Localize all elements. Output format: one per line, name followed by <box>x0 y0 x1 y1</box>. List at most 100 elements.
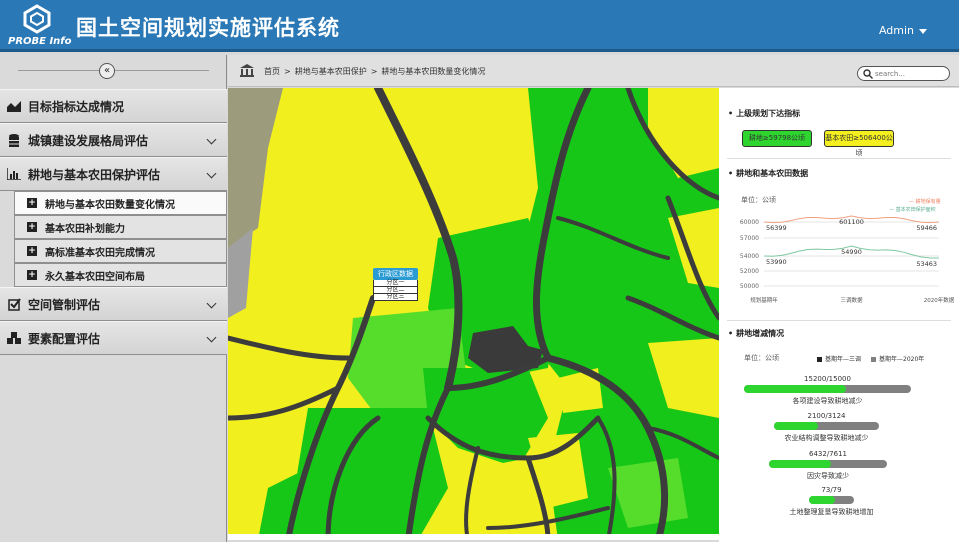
breadcrumb: 首页 > 耕地与基本农田保护 > 耕地与基本农田数量变化情况 <box>264 66 489 77</box>
y-tick-label: 54000 <box>740 253 759 260</box>
sidebar-item-label: 耕地与基本农田保护评估 <box>28 167 161 182</box>
breadcrumb-section-link[interactable]: 耕地与基本农田保护 <box>295 67 367 76</box>
farmland-line-chart: 60000 57000 54000 52000 50000 56399 601100 5946… <box>740 215 955 304</box>
bar-fill <box>769 460 831 468</box>
legend-swatch <box>817 357 822 362</box>
bar-value-label: 15200/15000 <box>804 375 851 383</box>
legend-baseline-survey-label: 基期年—三调 <box>825 356 862 363</box>
bar-track <box>769 460 887 468</box>
legend-baseline-survey: 基期年—三调 <box>817 354 861 363</box>
data-label: 53463 <box>916 260 937 268</box>
app-title: 国土空间规划实施评估系统 <box>76 16 340 40</box>
section-title-farmland-change: 耕地增减情况 <box>728 328 784 339</box>
breadcrumb-current: 耕地与基本农田数量变化情况 <box>381 67 486 76</box>
bar-category-label: 土地整理复垦导致耕地增加 <box>789 508 874 516</box>
sidebar-subitem-label: 永久基本农田空间布局 <box>45 271 145 283</box>
plus-square-icon: + <box>27 222 37 232</box>
district-selector[interactable]: 行政区数据 分区一 分区二 分区三 <box>373 268 418 301</box>
plus-square-icon: + <box>27 198 37 208</box>
sidebar-subitem-high-standard[interactable]: + 高标准基本农田完成情况 <box>14 239 227 263</box>
sidebar-item-label: 城镇建设发展格局评估 <box>28 133 149 148</box>
bar-value-label: 73/79 <box>821 486 842 494</box>
data-label: 56399 <box>766 224 787 232</box>
chevron-down-icon <box>206 332 217 343</box>
district-option[interactable]: 分区三 <box>373 294 418 301</box>
sidebar-subitem-supplement-capacity[interactable]: + 基本农田补划能力 <box>14 215 227 239</box>
bar-category-label: 各项建设导致耕地减少 <box>792 397 863 405</box>
data-label: 53990 <box>766 258 787 266</box>
bar-fill <box>809 496 835 504</box>
sidebar-subitem-label: 耕地与基本农田数量变化情况 <box>45 199 175 211</box>
sidebar-item-spatial-control[interactable]: 空间管制评估 <box>0 287 227 321</box>
legend-baseline-2020: 基期年—2020年 <box>871 354 924 363</box>
logo-text: PROBE Info <box>8 36 72 47</box>
y-tick-label: 52000 <box>740 268 759 275</box>
sidebar-menu: 目标指标达成情况 城镇建设发展格局评估 耕地与基本农田保护评估 + 耕地与基本农… <box>0 89 227 355</box>
x-tick-label: 规划基期年 <box>750 296 778 304</box>
legend-farmland-label: 耕地保有量 <box>915 199 941 205</box>
x-tick-label: 三调数据 <box>840 296 863 304</box>
breadcrumb-separator: > <box>370 67 378 76</box>
divider <box>727 320 951 321</box>
bar-track <box>744 385 911 393</box>
bars-unit: 单位：公顷 <box>744 354 779 362</box>
hexagon-logo-icon <box>23 4 51 34</box>
database-icon <box>6 133 22 147</box>
search-icon <box>863 69 873 79</box>
sidebar: « 目标指标达成情况 城镇建设发展格局评估 耕地与基本农田保护评估 + 耕地与基… <box>0 55 227 542</box>
search-input[interactable] <box>875 68 945 79</box>
sidebar-item-label: 空间管制评估 <box>28 297 101 312</box>
chart-unit: 单位：公顷 <box>741 196 776 204</box>
legend-baseline-2020-label: 基期年—2020年 <box>879 356 925 363</box>
section-title-upper-plan: 上级规划下达指标 <box>728 108 800 119</box>
collapse-sidebar-button[interactable]: « <box>99 63 115 79</box>
sidebar-collapse-row: « <box>0 55 227 89</box>
sidebar-subitem-label: 高标准基本农田完成情况 <box>45 247 155 259</box>
sidebar-subitem-permanent-layout[interactable]: + 永久基本农田空间布局 <box>14 263 227 287</box>
data-label: 54990 <box>841 248 862 256</box>
sidebar-subitem-label: 基本农田补划能力 <box>45 223 125 235</box>
chevron-down-icon <box>206 298 217 309</box>
legend-swatch <box>871 357 876 362</box>
bar-chart-icon <box>6 167 22 181</box>
area-chart-icon <box>6 99 22 113</box>
legend-farmland: — 耕地保有量 <box>909 199 941 205</box>
bar-value-label: 2100/3124 <box>807 412 846 420</box>
basic-farmland-target-tag: 基本农田≥506400公顷 <box>824 130 894 157</box>
user-menu[interactable]: Admin <box>879 24 927 37</box>
y-tick-label: 60000 <box>740 219 759 226</box>
farmland-map[interactable]: 行政区数据 分区一 分区二 分区三 <box>228 88 719 540</box>
sidebar-subitem-quantity-change[interactable]: + 耕地与基本农田数量变化情况 <box>14 191 227 215</box>
sidebar-item-urban-development[interactable]: 城镇建设发展格局评估 <box>0 123 227 157</box>
app-logo[interactable]: PROBE Info <box>8 4 72 48</box>
data-label: 59466 <box>916 224 937 232</box>
plus-square-icon: + <box>27 246 37 256</box>
sidebar-item-label: 要素配置评估 <box>28 331 101 346</box>
cubes-icon <box>6 331 22 345</box>
sidebar-item-label: 目标指标达成情况 <box>28 99 125 114</box>
app-header: PROBE Info 国土空间规划实施评估系统 Admin <box>0 0 959 52</box>
data-label: 601100 <box>839 218 864 226</box>
chevron-down-icon <box>206 134 217 145</box>
sidebar-item-farmland-protection[interactable]: 耕地与基本农田保护评估 <box>0 157 227 191</box>
user-name: Admin <box>878 24 914 37</box>
y-tick-label: 57000 <box>740 235 759 242</box>
sidebar-item-resource-allocation[interactable]: 要素配置评估 <box>0 321 227 355</box>
checkbox-icon <box>6 297 22 311</box>
bar-track <box>774 422 879 430</box>
x-tick-label: 2020年数据 <box>924 296 955 304</box>
breadcrumb-bar: 首页 > 耕地与基本农田保护 > 耕地与基本农田数量变化情况 <box>228 55 959 87</box>
breadcrumb-home-link[interactable]: 首页 <box>264 67 280 76</box>
sidebar-item-target-indicators[interactable]: 目标指标达成情况 <box>0 89 227 123</box>
farmland-target-tag: 耕地≥59798公顷 <box>742 130 812 147</box>
plus-square-icon: + <box>27 270 37 280</box>
caret-down-icon <box>919 28 927 34</box>
bank-home-icon[interactable] <box>240 64 254 77</box>
search-box[interactable] <box>857 66 950 81</box>
y-tick-label: 50000 <box>740 283 759 290</box>
stats-panel: 上级规划下达指标 耕地≥59798公顷 基本农田≥506400公顷 耕地和基本农… <box>719 88 959 542</box>
map-canvas <box>228 88 719 540</box>
bar-track <box>809 496 854 504</box>
breadcrumb-separator: > <box>284 67 291 76</box>
chevron-down-icon <box>206 168 217 179</box>
